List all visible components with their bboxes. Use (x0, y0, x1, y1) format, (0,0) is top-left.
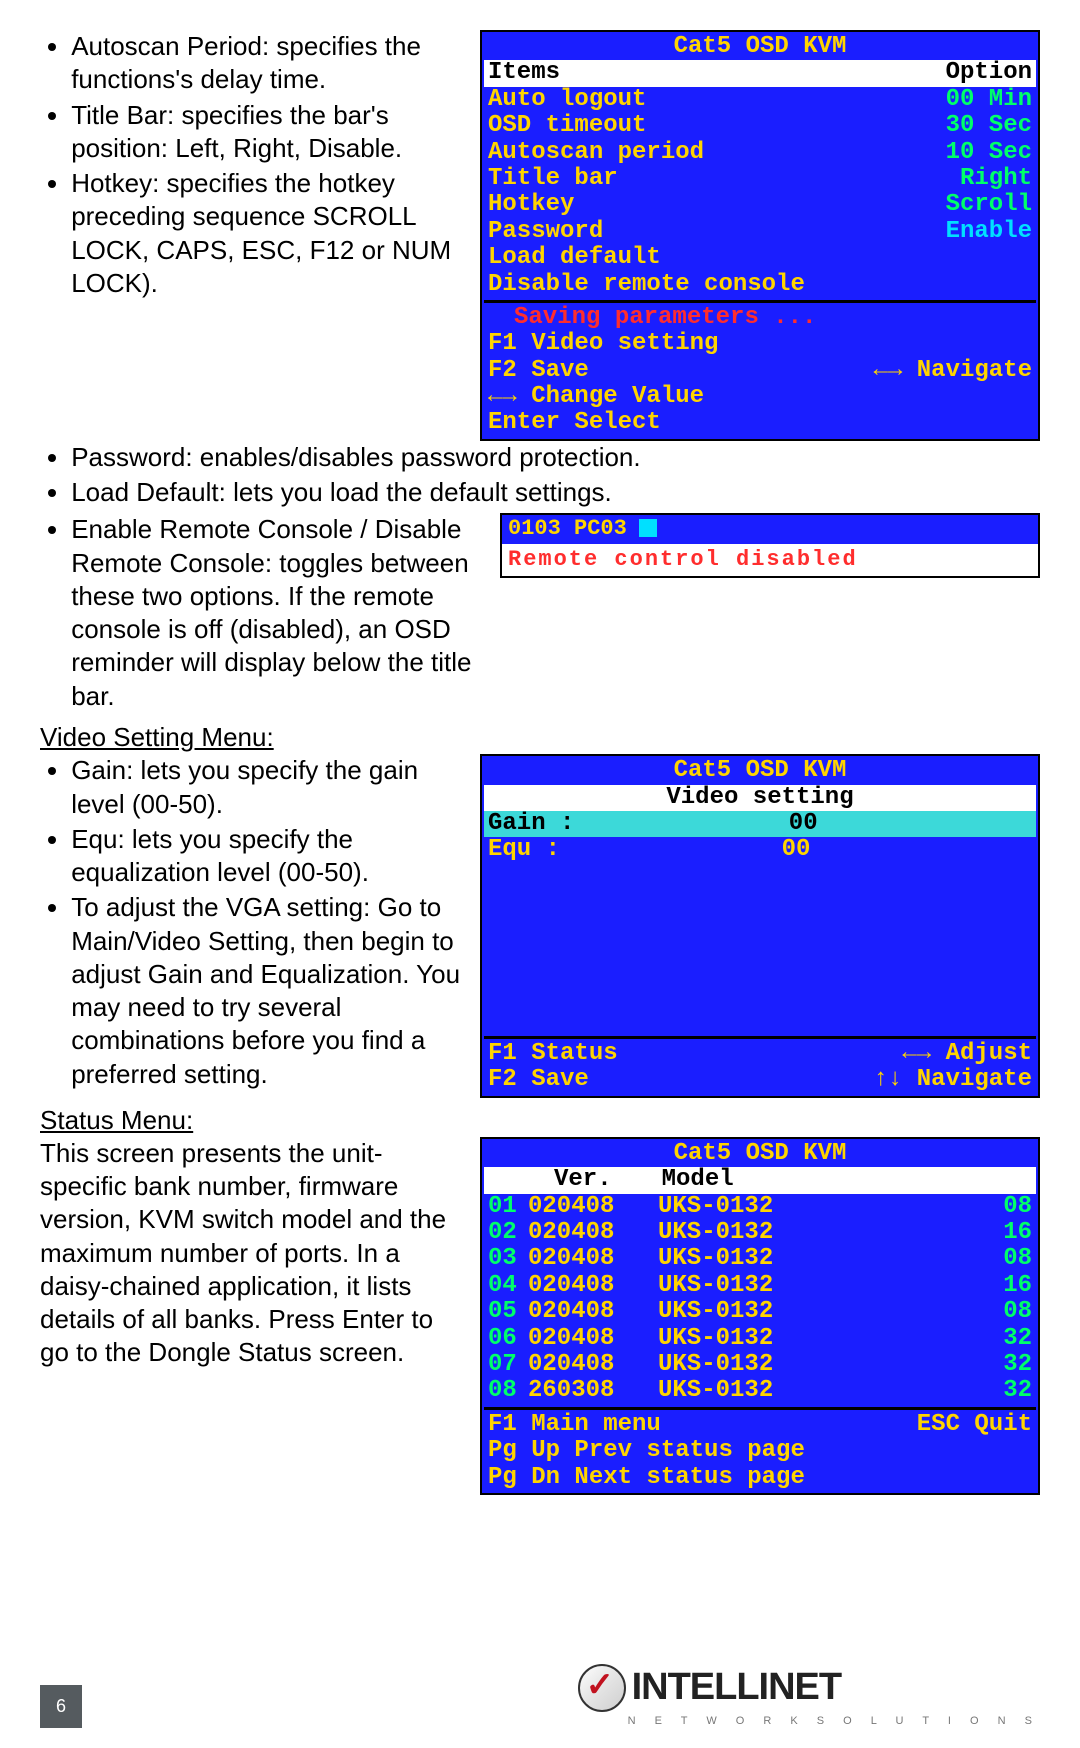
page-number: 6 (40, 1685, 82, 1728)
osd-video-setting: Cat5 OSD KVM Video setting Gain : 00 Equ… (480, 754, 1040, 1097)
video-setting-heading: Video Setting Menu: (40, 721, 1040, 754)
brand-logo: INTELLINET N E T W O R K S O L U T I O N… (578, 1663, 1040, 1728)
osd-row: HotkeyScroll (484, 192, 1036, 218)
osd-enter: Enter Select (484, 410, 1036, 436)
bullet-gain: Gain: lets you specify the gain level (0… (71, 754, 468, 821)
bullet-password: Password: enables/disables password prot… (71, 441, 1040, 474)
status-row: 08260308UKS-013232 (484, 1378, 1036, 1404)
osd3-header: Ver. Model (484, 1167, 1036, 1193)
osd2-sub: Video setting (484, 785, 1036, 811)
osd-title: Cat5 OSD KVM (484, 34, 1036, 60)
osd2-title: Cat5 OSD KVM (484, 758, 1036, 784)
osd3-pgup: Pg Up Prev status page (484, 1438, 1036, 1464)
brand-sub: N E T W O R K S O L U T I O N S (628, 1714, 1040, 1728)
bullet-autoscan: Autoscan Period: specifies the functions… (71, 30, 468, 97)
check-ball-icon (578, 1664, 626, 1712)
status-menu-body: This screen presents the unit-specific b… (40, 1137, 468, 1370)
status-row: 01020408UKS-013208 (484, 1194, 1036, 1220)
osd3-title: Cat5 OSD KVM (484, 1141, 1036, 1167)
osd2-gain-row: Gain : 00 (484, 811, 1036, 837)
osd-header: Items Option (484, 60, 1036, 86)
cursor-icon (639, 519, 657, 537)
osd-status: Saving parameters ... (484, 305, 1036, 331)
osd3-pgdn: Pg Dn Next status page (484, 1465, 1036, 1491)
status-row: 06020408UKS-013232 (484, 1326, 1036, 1352)
osd-row: OSD timeout30 Sec (484, 113, 1036, 139)
status-row: 04020408UKS-013216 (484, 1273, 1036, 1299)
osd2-equ-row: Equ : 00 (484, 837, 1036, 863)
osd-row: Load default (484, 245, 1036, 271)
osd-row: Title barRight (484, 166, 1036, 192)
osd-remote-disabled: 0103 PC03 Remote control disabled (500, 513, 1040, 577)
status-row: 02020408UKS-013216 (484, 1220, 1036, 1246)
brand-name: INTELLINET (632, 1663, 842, 1712)
osd-row: PasswordEnable (484, 219, 1036, 245)
osd-row: Auto logout00 Min (484, 87, 1036, 113)
osd-f1: F1 Video setting (484, 331, 1036, 357)
osd-options-menu: Cat5 OSD KVM Items Option Auto logout00 … (480, 30, 1040, 441)
osd-status-menu: Cat5 OSD KVM Ver. Model 01020408UKS-0132… (480, 1137, 1040, 1495)
status-row: 07020408UKS-013232 (484, 1352, 1036, 1378)
bullet-hotkey: Hotkey: specifies the hotkey preceding s… (71, 167, 468, 300)
bullet-vga: To adjust the VGA setting: Go to Main/Vi… (71, 891, 468, 1091)
osd-row: Autoscan period10 Sec (484, 140, 1036, 166)
status-menu-heading: Status Menu: (40, 1104, 1040, 1137)
bullet-remoteconsole: Enable Remote Console / Disable Remote C… (71, 513, 488, 713)
bullet-loaddefault: Load Default: lets you load the default … (71, 476, 1040, 509)
osd-row: Disable remote console (484, 272, 1036, 298)
bullet-titlebar: Title Bar: specifies the bar's position:… (71, 99, 468, 166)
status-row: 03020408UKS-013208 (484, 1246, 1036, 1272)
osd-change: ←→ Change Value (484, 384, 1036, 410)
status-row: 05020408UKS-013208 (484, 1299, 1036, 1325)
bullet-equ: Equ: lets you specify the equalization l… (71, 823, 468, 890)
remote-disabled-msg: Remote control disabled (502, 544, 1038, 576)
